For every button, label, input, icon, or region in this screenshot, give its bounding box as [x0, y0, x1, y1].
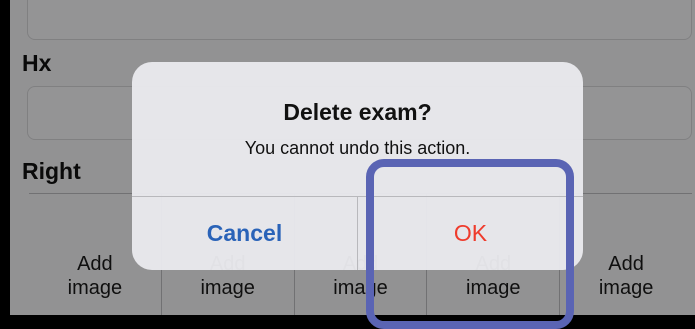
ok-highlight-box	[366, 159, 574, 329]
cancel-button[interactable]: Cancel	[132, 197, 357, 270]
alert-message: You cannot undo this action.	[244, 138, 471, 158]
alert-title: Delete exam?	[283, 99, 432, 125]
